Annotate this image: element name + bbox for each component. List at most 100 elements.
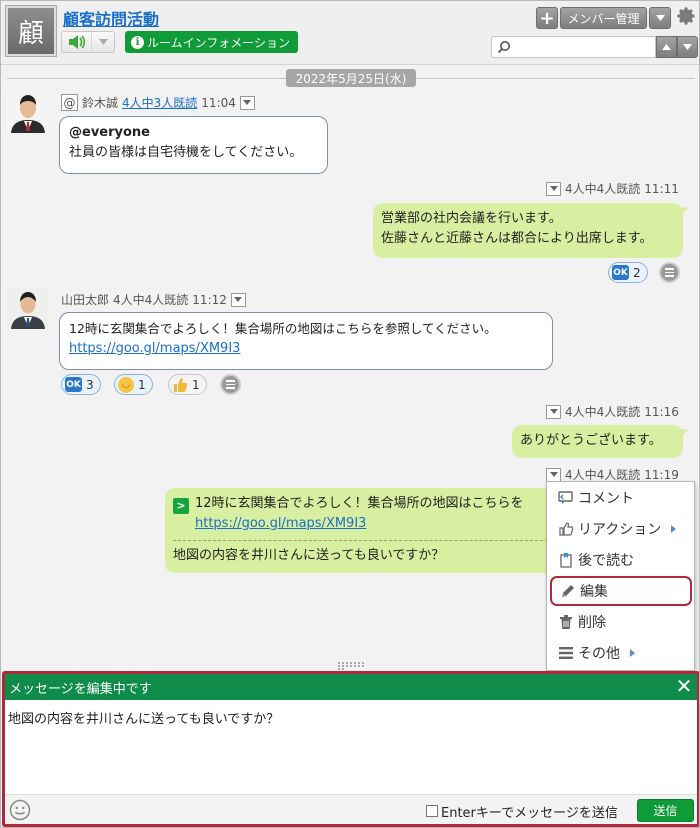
- resize-handle[interactable]: [338, 662, 364, 670]
- pencil-icon: [562, 585, 574, 597]
- emoji-icon[interactable]: [9, 799, 31, 821]
- search-prev-button[interactable]: [656, 36, 677, 58]
- trash-icon: [560, 615, 572, 629]
- room-info-label: ルームインフォメーション: [147, 35, 291, 50]
- message-time: 11:19: [644, 467, 679, 482]
- avatar-suzuki[interactable]: [7, 91, 49, 133]
- bookmark-clip-icon: [560, 553, 572, 568]
- ok-icon: OK: [65, 377, 82, 392]
- reaction-smile[interactable]: ◡ 1: [114, 374, 153, 395]
- message-text: 12時に玄関集合でよろしく！集合場所の地図はこちらを参照してください。: [69, 321, 497, 336]
- room-info-button[interactable]: i ルームインフォメーション: [125, 31, 299, 53]
- quote-text: 12時に玄関集合でよろしく！集合場所の地図はこちらを: [195, 496, 524, 511]
- message-bubble[interactable]: 営業部の社内会議を行います。 佐藤さんと近藤さんは都合により出席します。: [373, 203, 683, 258]
- info-icon: i: [131, 35, 144, 49]
- notification-sound-toggle[interactable]: [61, 31, 115, 53]
- chevron-down-icon: [549, 409, 558, 414]
- message-bubble[interactable]: ありがとうございます。: [512, 425, 683, 458]
- menu-label: コメント: [578, 491, 634, 507]
- quoted-message[interactable]: >12時に玄関集合でよろしく！集合場所の地図はこちらを: [173, 494, 553, 514]
- room-header: 顧 顧客訪問活動 i ルームインフォメーション + メンバー管理: [1, 1, 699, 65]
- menu-item-comment[interactable]: コメント: [550, 484, 692, 512]
- edit-panel-footer: Enterキーでメッセージを送信 送信: [5, 794, 697, 824]
- message-text: 営業部の社内会議を行います。: [381, 211, 562, 226]
- read-status[interactable]: 4人中4人既読: [565, 403, 640, 420]
- read-status[interactable]: 4人中4人既読: [113, 291, 188, 308]
- menu-label: 編集: [580, 584, 608, 600]
- message-time: 11:16: [644, 404, 679, 419]
- message-bubble-quote[interactable]: >12時に玄関集合でよろしく！集合場所の地図はこちらを https://goo.…: [165, 488, 561, 573]
- message-menu-button[interactable]: [230, 292, 246, 307]
- add-button[interactable]: +: [536, 7, 558, 29]
- quote-divider: [173, 540, 553, 541]
- enter-send-label[interactable]: Enterキーでメッセージを送信: [441, 802, 618, 821]
- chevron-down-icon: [549, 186, 558, 191]
- message-meta: @ 鈴木誠 4人中3人既読 11:04: [61, 94, 255, 111]
- message-bubble[interactable]: @everyone 社員の皆様は自宅待機をしてください。: [59, 116, 328, 174]
- enter-send-checkbox[interactable]: [426, 805, 438, 817]
- chevron-down-icon: [243, 100, 252, 105]
- reaction-menu-button[interactable]: [659, 262, 680, 283]
- sender-name[interactable]: 鈴木誠: [82, 94, 118, 111]
- message-menu-button[interactable]: [239, 95, 255, 110]
- member-dropdown-button[interactable]: [649, 7, 671, 29]
- message-bubble[interactable]: 12時に玄関集合でよろしく！集合場所の地図はこちらを参照してください。 http…: [59, 312, 553, 370]
- quote-icon: >: [173, 498, 189, 514]
- send-button[interactable]: 送信: [637, 799, 694, 822]
- reaction-count: 3: [86, 377, 94, 392]
- message-text: 佐藤さんと近藤さんは都合により出席します。: [381, 231, 653, 246]
- search-input[interactable]: [491, 36, 656, 58]
- reaction-count: 1: [192, 377, 200, 392]
- reaction-count: 1: [138, 377, 146, 392]
- message-menu-button[interactable]: [546, 404, 561, 419]
- message-list[interactable]: 2022年5月25日(水) @ 鈴木誠 4人中3人既読 11:04 @every…: [1, 66, 699, 671]
- edit-panel-title: メッセージを編集中です: [9, 681, 152, 697]
- reaction-ok[interactable]: OK 3: [61, 374, 101, 395]
- map-link[interactable]: https://goo.gl/maps/XM9I3: [195, 516, 366, 531]
- map-link[interactable]: https://goo.gl/maps/XM9I3: [69, 339, 543, 359]
- message-edit-panel: メッセージを編集中です ✕ Enterキーでメッセージを送信 送信: [2, 671, 699, 827]
- menu-item-delete[interactable]: 削除: [550, 608, 692, 636]
- menu-label: 削除: [578, 615, 606, 631]
- thumbs-up-icon: [174, 377, 188, 392]
- menu-item-read-later[interactable]: 後で読む: [550, 546, 692, 574]
- read-status-link[interactable]: 4人中3人既読: [122, 94, 197, 111]
- menu-item-other[interactable]: その他: [550, 639, 692, 667]
- reaction-count: 2: [633, 265, 641, 280]
- room-title-link[interactable]: 顧客訪問活動: [63, 6, 159, 30]
- message-context-menu: コメント リアクション 後で読む 編集 削除 その他: [546, 481, 695, 671]
- speaker-icon: [62, 32, 92, 52]
- chevron-down-icon: [234, 297, 243, 302]
- member-manage-button[interactable]: メンバー管理: [560, 7, 647, 29]
- sender-name[interactable]: 山田太郎: [61, 291, 109, 308]
- reaction-menu-button[interactable]: [220, 374, 241, 395]
- close-icon[interactable]: ✕: [675, 676, 693, 696]
- message-edit-input[interactable]: [5, 700, 697, 794]
- smile-icon: ◡: [118, 376, 134, 393]
- chevron-down-icon: [655, 15, 665, 21]
- message-meta: 山田太郎 4人中4人既読 11:12: [61, 291, 246, 308]
- message-meta: 4人中4人既読 11:16: [546, 403, 679, 420]
- search-next-button[interactable]: [677, 36, 698, 58]
- date-separator: 2022年5月25日(水): [286, 69, 416, 87]
- menu-item-edit[interactable]: 編集: [550, 576, 692, 606]
- chevron-down-icon: [92, 39, 114, 45]
- message-menu-button[interactable]: [546, 181, 561, 196]
- message-time: 11:12: [192, 292, 227, 307]
- reaction-thumbs-up[interactable]: 1: [168, 374, 207, 395]
- chevron-down-icon: [549, 472, 558, 477]
- reaction-ok[interactable]: OK 2: [608, 262, 648, 283]
- mention-icon: @: [61, 94, 78, 111]
- gear-icon[interactable]: [675, 5, 697, 27]
- message-menu-button[interactable]: [546, 467, 561, 482]
- menu-lines-icon: [559, 647, 573, 659]
- menu-item-reaction[interactable]: リアクション: [550, 515, 692, 543]
- menu-label: リアクション: [578, 522, 662, 538]
- read-status[interactable]: 4人中4人既読: [565, 180, 640, 197]
- ok-icon: OK: [612, 265, 629, 280]
- chevron-down-icon: [683, 44, 692, 50]
- menu-label: その他: [578, 646, 620, 662]
- chevron-right-icon: [671, 525, 677, 533]
- avatar-yamada[interactable]: [7, 287, 49, 329]
- chevron-up-icon: [662, 44, 671, 50]
